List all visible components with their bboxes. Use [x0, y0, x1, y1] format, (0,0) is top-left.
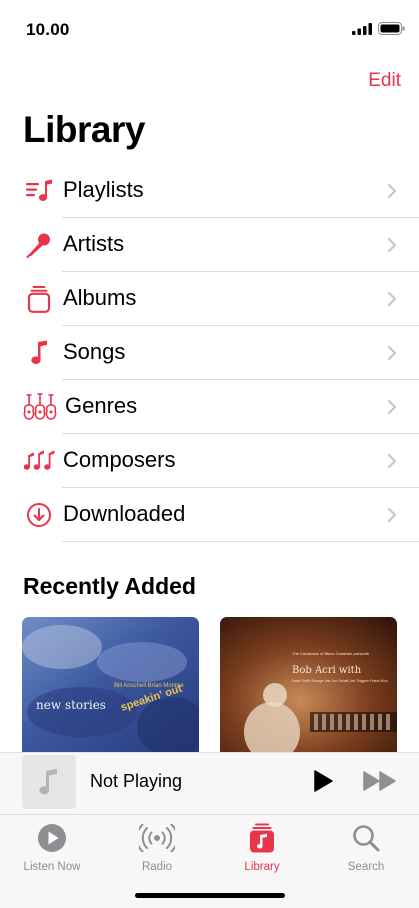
album-cover-text: Bob Acri with: [292, 665, 362, 676]
radio-icon: [139, 824, 175, 852]
list-item-playlists[interactable]: Playlists: [0, 164, 419, 218]
battery-icon: [378, 22, 405, 35]
tab-label: Library: [244, 861, 280, 873]
fast-forward-icon[interactable]: [362, 770, 398, 792]
list-item-label: Composers: [63, 447, 176, 472]
list-item-label: Genres: [65, 393, 138, 418]
home-indicator: [135, 893, 285, 898]
list-item-artists[interactable]: Artists: [0, 218, 419, 272]
microphone-icon: [24, 231, 54, 259]
list-item-label: Artists: [63, 231, 125, 256]
album-cover-text: Dave Smith George Vaz Joe Schaff Jed Thi…: [292, 679, 388, 683]
edit-button[interactable]: Edit: [368, 70, 401, 92]
chevron-right-icon: [388, 400, 396, 414]
recently-added-title: Recently Added: [23, 573, 196, 599]
status-time: 10.00: [26, 20, 70, 39]
chevron-right-icon: [388, 292, 396, 306]
play-circle-icon: [38, 824, 66, 852]
list-item-genres[interactable]: Genres: [0, 380, 419, 434]
list-item-composers[interactable]: Composers: [0, 434, 419, 488]
status-bar: 10.00: [0, 0, 419, 56]
mini-player-title: Not Playing: [90, 771, 183, 791]
status-indicators: [352, 22, 405, 35]
divider: [62, 541, 419, 542]
music-note-icon: [24, 339, 54, 367]
download-circle-icon: [24, 501, 54, 529]
tab-label: Search: [347, 861, 385, 873]
list-item-downloaded[interactable]: Downloaded: [0, 488, 419, 542]
list-item-albums[interactable]: Albums: [0, 272, 419, 326]
album-card[interactable]: The Cavalcade of Blues Guitarists presen…: [220, 617, 397, 757]
chevron-right-icon: [388, 346, 396, 360]
search-icon: [353, 825, 380, 852]
tab-label: Listen Now: [23, 861, 81, 873]
guitars-icon: [23, 393, 57, 421]
tab-search[interactable]: Search: [326, 823, 406, 873]
album-cover: Bill Anschell Brian Monroe new stories s…: [22, 617, 199, 757]
chevron-right-icon: [388, 238, 396, 252]
mini-player-artwork: [22, 755, 76, 809]
music-note-placeholder-icon: [39, 769, 57, 795]
list-item-label: Songs: [63, 339, 126, 364]
list-item-songs[interactable]: Songs: [0, 326, 419, 380]
album-cover-text: The Cavalcade of Blues Guitarists presen…: [292, 651, 369, 656]
album-stack-icon: [24, 285, 54, 313]
playlists-icon: [24, 177, 54, 205]
chevron-right-icon: [388, 454, 396, 468]
list-item-label: Albums: [63, 285, 137, 310]
chevron-right-icon: [388, 184, 396, 198]
mini-player[interactable]: Not Playing: [0, 752, 419, 814]
list-item-label: Playlists: [63, 177, 144, 202]
chevron-right-icon: [388, 508, 396, 522]
tab-library[interactable]: Library: [222, 823, 302, 873]
music-notes-icon: [24, 447, 56, 475]
play-icon[interactable]: [312, 769, 334, 793]
library-icon: [250, 823, 274, 853]
album-card[interactable]: Bill Anschell Brian Monroe new stories s…: [22, 617, 199, 757]
list-item-label: Downloaded: [63, 501, 186, 526]
page-title: Library: [23, 109, 145, 150]
album-cover: The Cavalcade of Blues Guitarists presen…: [220, 617, 397, 757]
tab-label: Radio: [141, 861, 173, 873]
tab-listen-now[interactable]: Listen Now: [12, 823, 92, 873]
tab-radio[interactable]: Radio: [117, 823, 197, 873]
album-cover-text: new stories: [36, 698, 106, 712]
library-list: Playlists Artists Albums Songs Genres Co…: [0, 164, 419, 542]
cellular-signal-icon: [352, 22, 372, 35]
